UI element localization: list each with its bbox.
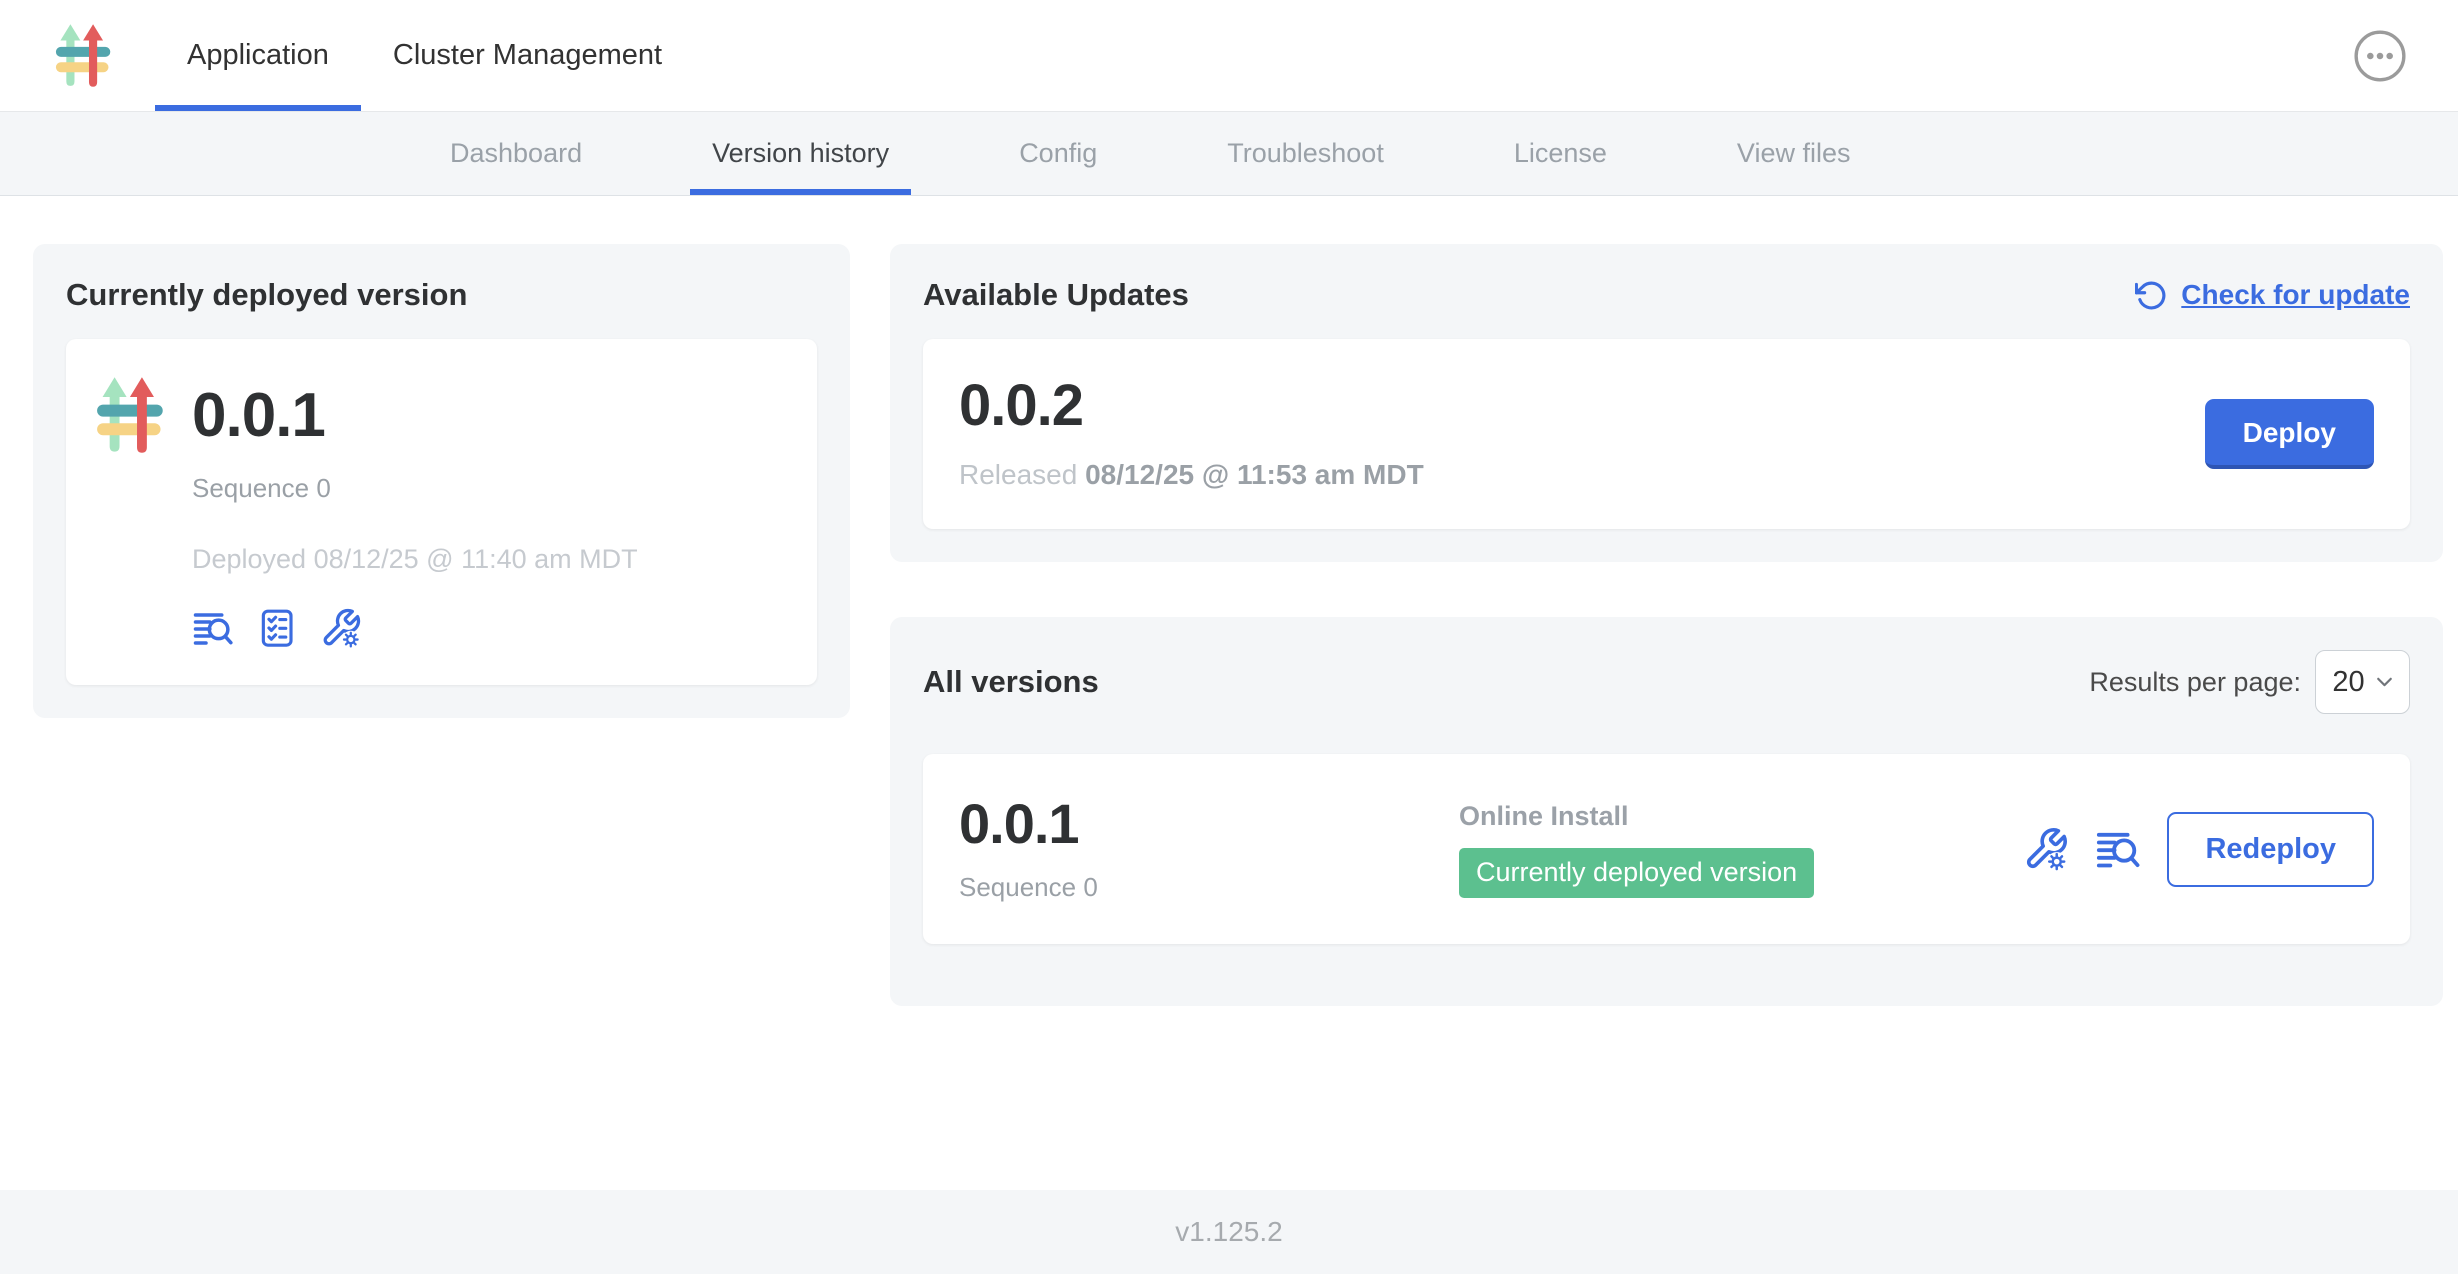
results-per-page-value: 20 [2332,666,2364,699]
app-logo-icon [96,375,166,455]
ellipsis-menu-button[interactable] [2353,29,2407,83]
preflight-checklist-icon[interactable] [256,607,298,649]
deploy-button[interactable]: Deploy [2205,399,2374,469]
config-wrench-icon[interactable] [2023,826,2069,872]
tab-application[interactable]: Application [155,0,361,111]
results-per-page-select[interactable]: 20 [2315,650,2410,714]
update-row: 0.0.2 Released 08/12/25 @ 11:53 am MDT D… [923,339,2410,529]
app-logo [55,0,113,111]
currently-deployed-card: Currently deployed version 0.0.1 Sequenc… [33,244,850,718]
console-footer: v1.125.2 [0,1190,2458,1274]
subnav-item-troubleshoot[interactable]: Troubleshoot [1205,112,1406,195]
check-for-update-link[interactable]: Check for update [2135,279,2410,312]
subnav-item-config[interactable]: Config [997,112,1119,195]
available-updates-title: Available Updates [923,277,1189,313]
deployed-version-number: 0.0.1 [192,385,638,447]
currently-deployed-badge: Currently deployed version [1459,848,1814,898]
console-version: v1.125.2 [1175,1216,1282,1248]
refresh-icon [2135,279,2168,312]
logs-icon[interactable] [2095,826,2141,872]
all-versions-card: All versions Results per page: 20 0.0.1 … [890,617,2443,1006]
version-row: 0.0.1 Sequence 0 Online Install Currentl… [923,754,2410,944]
main-content: Currently deployed version 0.0.1 Sequenc… [0,196,2458,1190]
row-version-number: 0.0.1 [959,796,1459,852]
chevron-down-icon [2376,677,2393,687]
redeploy-button[interactable]: Redeploy [2167,812,2374,887]
app-logo [96,375,166,649]
deployed-version-panel: 0.0.1 Sequence 0 Deployed 08/12/25 @ 11:… [66,339,817,685]
app-sub-nav: Dashboard Version history Config Trouble… [0,112,2458,196]
released-timestamp: 08/12/25 @ 11:53 am MDT [1085,459,1424,490]
subnav-item-view-files[interactable]: View files [1715,112,1873,195]
update-version-number: 0.0.2 [959,377,1424,435]
subnav-item-license[interactable]: License [1492,112,1629,195]
subnav-item-version-history[interactable]: Version history [690,112,911,195]
deployed-timestamp: Deployed 08/12/25 @ 11:40 am MDT [192,544,638,575]
subnav-item-dashboard[interactable]: Dashboard [428,112,604,195]
tab-cluster-management[interactable]: Cluster Management [361,0,694,111]
app-logo-icon [55,22,113,89]
logs-icon[interactable] [192,607,234,649]
deployed-sequence: Sequence 0 [192,473,638,504]
check-for-update-label: Check for update [2181,279,2410,311]
released-prefix: Released [959,459,1085,490]
currently-deployed-title: Currently deployed version [66,277,817,313]
top-nav: Application Cluster Management [0,0,2458,112]
results-per-page-label: Results per page: [2089,667,2301,698]
all-versions-title: All versions [923,664,1099,700]
topnav-spacer [694,0,2353,111]
install-type-label: Online Install [1459,801,2023,832]
ellipsis-circle-icon [2353,29,2407,83]
available-updates-card: Available Updates Check for update 0.0.2… [890,244,2443,562]
row-sequence: Sequence 0 [959,872,1459,903]
config-wrench-icon[interactable] [320,607,362,649]
